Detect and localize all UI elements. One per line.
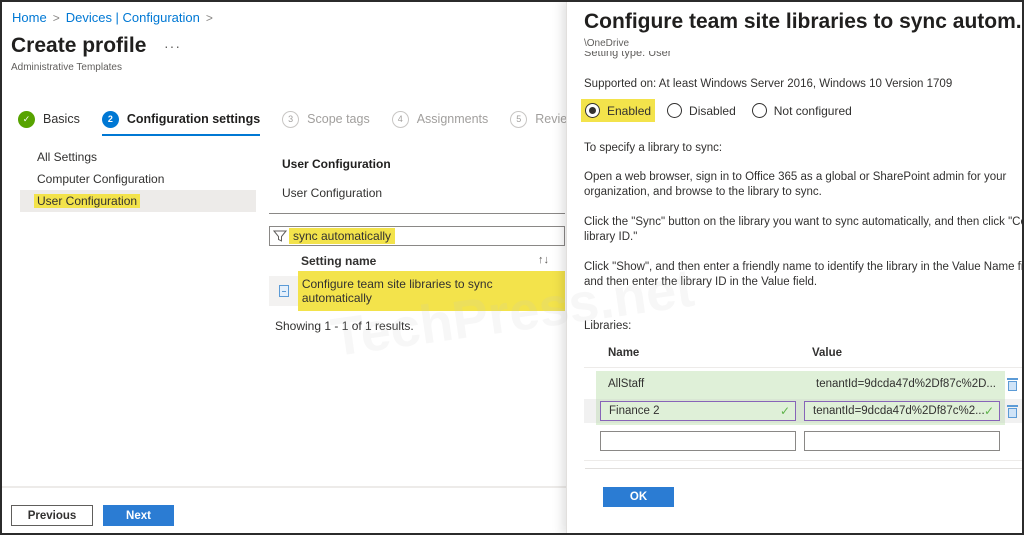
checkmark-icon: ✓: [18, 110, 35, 128]
radio-label: Not configured: [773, 103, 852, 118]
library-row: Finance 2 ✓ tenantId=9dcda47d%2Df87c%2..…: [584, 399, 1024, 423]
description-line: organization, and browse to the library …: [584, 186, 822, 198]
library-value: tenantId=9dcda47d%2Df87c%2...: [813, 405, 985, 417]
step-number-icon: 2: [101, 110, 119, 128]
description-line: and then enter the library ID in the Val…: [584, 276, 818, 288]
wizard-footer: Previous Next: [0, 486, 566, 535]
step-assignments[interactable]: 4 Assignments: [391, 106, 489, 132]
description-line: library ID.": [584, 231, 638, 243]
sort-icon[interactable]: ↑↓: [538, 254, 549, 266]
nav-item-user-configuration[interactable]: User Configuration: [20, 190, 256, 212]
breadcrumb-home[interactable]: Home: [12, 10, 47, 25]
library-value: tenantId=9dcda47d%2Df87c%2D...: [816, 378, 996, 390]
column-header-name: Name: [608, 346, 640, 359]
step-label: Assignments: [416, 112, 489, 126]
column-header-label: Setting name: [301, 254, 377, 268]
section-subtitle: User Configuration: [282, 186, 383, 200]
description-line: To specify a library to sync:: [584, 142, 723, 154]
step-label: Configuration settings: [126, 112, 261, 126]
column-header-setting-name[interactable]: Setting name ↑↓: [269, 246, 565, 276]
new-library-value-input[interactable]: [804, 431, 1000, 451]
radio-label: Disabled: [689, 103, 736, 118]
libraries-label: Libraries:: [584, 320, 632, 332]
radio-unchecked-icon: [751, 103, 767, 118]
library-name-cell[interactable]: AllStaff: [600, 374, 796, 394]
radio-label: Enabled: [607, 103, 652, 118]
setting-path: \OneDrive: [584, 38, 630, 49]
page-title: Create profile: [11, 34, 147, 57]
page-subtitle: Administrative Templates: [11, 62, 122, 73]
step-number-icon: 5: [510, 110, 528, 128]
description-line: Click "Show", and then enter a friendly …: [584, 261, 1024, 273]
library-value-cell[interactable]: tenantId=9dcda47d%2Df87c%2D...: [804, 374, 1000, 394]
chevron-right-icon: >: [52, 10, 60, 25]
step-label: Scope tags: [307, 112, 370, 126]
library-name: Finance 2: [609, 405, 660, 417]
radio-checked-icon: [585, 103, 600, 118]
section-title: User Configuration: [282, 157, 391, 171]
chevron-right-icon: >: [205, 10, 213, 25]
setting-name: Configure team site libraries to sync au…: [297, 271, 565, 311]
step-scope-tags[interactable]: 3 Scope tags: [282, 106, 370, 132]
setting-type-text: Setting type: User: [584, 51, 672, 59]
radio-enabled[interactable]: Enabled: [581, 99, 656, 122]
delete-icon[interactable]: [1007, 404, 1018, 418]
setting-state-radio-group: Enabled Disabled Not configured: [581, 99, 864, 122]
step-basics[interactable]: ✓ Basics: [18, 106, 80, 132]
more-options-button[interactable]: ···: [164, 38, 181, 54]
ok-button[interactable]: OK: [603, 487, 674, 507]
document-icon: [279, 285, 289, 297]
radio-unchecked-icon: [667, 103, 683, 118]
library-value-input[interactable]: tenantId=9dcda47d%2Df87c%2... ✓: [804, 401, 1000, 421]
previous-button[interactable]: Previous: [11, 505, 93, 526]
library-row: AllStaff tenantId=9dcda47d%2Df87c%2D...: [584, 372, 1024, 396]
table-row[interactable]: Configure team site libraries to sync au…: [269, 271, 565, 311]
library-row-new: [584, 429, 1024, 453]
radio-not-configured[interactable]: Not configured: [748, 99, 856, 122]
divider: [585, 468, 1024, 469]
nav-item-computer-configuration[interactable]: Computer Configuration: [20, 168, 256, 190]
wizard-steps: ✓ Basics 2 Configuration settings 3 Scop…: [18, 106, 609, 136]
breadcrumb: Home > Devices | Configuration >: [12, 10, 213, 25]
library-name-input[interactable]: Finance 2 ✓: [600, 401, 796, 421]
nav-item-label: Computer Configuration: [37, 172, 165, 186]
step-configuration-settings[interactable]: 2 Configuration settings: [101, 106, 261, 136]
divider: [269, 213, 565, 214]
libraries-table: Name Value AllStaff tenantId=9dcda47d%2D…: [584, 338, 1024, 461]
divider: [584, 460, 1024, 461]
panel-title: Configure team site libraries to sync au…: [584, 10, 1024, 33]
filter-value: sync automatically: [289, 228, 396, 244]
step-number-icon: 4: [391, 110, 409, 128]
supported-on: Supported on: At least Windows Server 20…: [584, 78, 953, 90]
results-count: Showing 1 - 1 of 1 results.: [275, 319, 414, 333]
description-line: Click the "Sync" button on the library y…: [584, 216, 1024, 228]
step-number-icon: 3: [282, 110, 300, 128]
nav-item-all-settings[interactable]: All Settings: [20, 146, 256, 168]
checkmark-icon: ✓: [779, 404, 790, 418]
next-button[interactable]: Next: [103, 505, 174, 526]
settings-list-area: User Configuration User Configuration sy…: [269, 146, 565, 333]
radio-disabled[interactable]: Disabled: [663, 99, 740, 122]
settings-category-nav: All Settings Computer Configuration User…: [20, 146, 256, 212]
new-library-name-input[interactable]: [600, 431, 796, 451]
setting-type: Setting type: User: [584, 51, 784, 61]
nav-item-label: All Settings: [37, 150, 98, 164]
filter-input[interactable]: sync automatically: [269, 226, 565, 246]
step-label: Basics: [43, 112, 80, 126]
breadcrumb-devices-configuration[interactable]: Devices | Configuration: [66, 10, 200, 25]
filter-icon: [273, 230, 287, 242]
column-header-value: Value: [812, 346, 843, 359]
setting-detail-panel: Configure team site libraries to sync au…: [566, 0, 1024, 535]
libraries-header: Name Value: [584, 338, 1024, 368]
description-line: Open a web browser, sign in to Office 36…: [584, 171, 1007, 183]
library-name: AllStaff: [608, 378, 645, 390]
checkmark-icon: ✓: [983, 404, 994, 418]
delete-icon[interactable]: [1007, 377, 1018, 391]
nav-item-label: User Configuration: [34, 194, 141, 208]
